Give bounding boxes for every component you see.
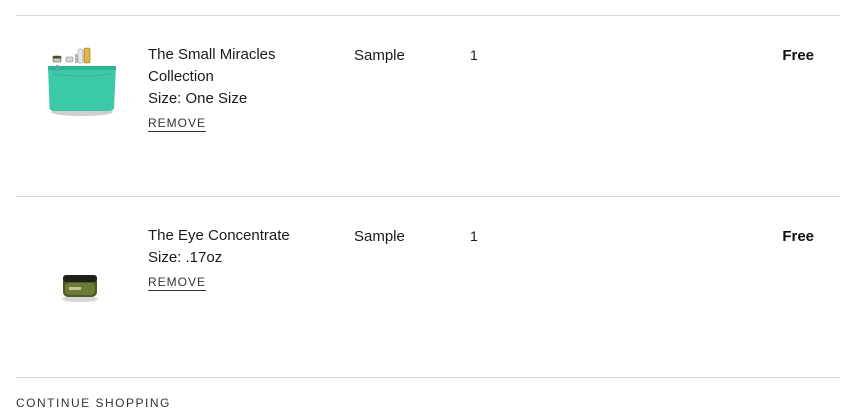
remove-button[interactable]: REMOVE [148, 275, 207, 291]
eye-cream-jar-image [62, 275, 98, 302]
cart-item: The Small Miracles Collection Size: One … [16, 16, 840, 196]
remove-button[interactable]: REMOVE [148, 116, 207, 132]
item-quantity: 1 [470, 228, 478, 244]
item-type: Sample [354, 47, 405, 64]
item-price: Free [782, 228, 814, 245]
item-size: Size: .17oz [148, 249, 223, 266]
product-image[interactable] [42, 247, 122, 327]
item-name-line-1[interactable]: The Small Miracles [148, 44, 338, 66]
item-quantity: 1 [470, 47, 478, 63]
item-type: Sample [354, 228, 405, 245]
item-price: Free [782, 47, 814, 64]
cart-item-list: The Small Miracles Collection Size: One … [16, 15, 840, 378]
pouch-gift-set-image [48, 47, 116, 116]
divider [16, 377, 840, 378]
item-details: The Eye Concentrate Size: .17oz REMOVE [148, 225, 338, 291]
continue-shopping-link[interactable]: CONTINUE SHOPPING [16, 396, 171, 410]
cart-item: The Eye Concentrate Size: .17oz REMOVE S… [16, 197, 840, 377]
item-details: The Small Miracles Collection Size: One … [148, 44, 338, 132]
product-image[interactable] [42, 44, 122, 124]
item-name[interactable]: The Eye Concentrate [148, 225, 338, 247]
item-size: Size: One Size [148, 90, 248, 107]
item-name-line-2[interactable]: Collection [148, 66, 338, 88]
